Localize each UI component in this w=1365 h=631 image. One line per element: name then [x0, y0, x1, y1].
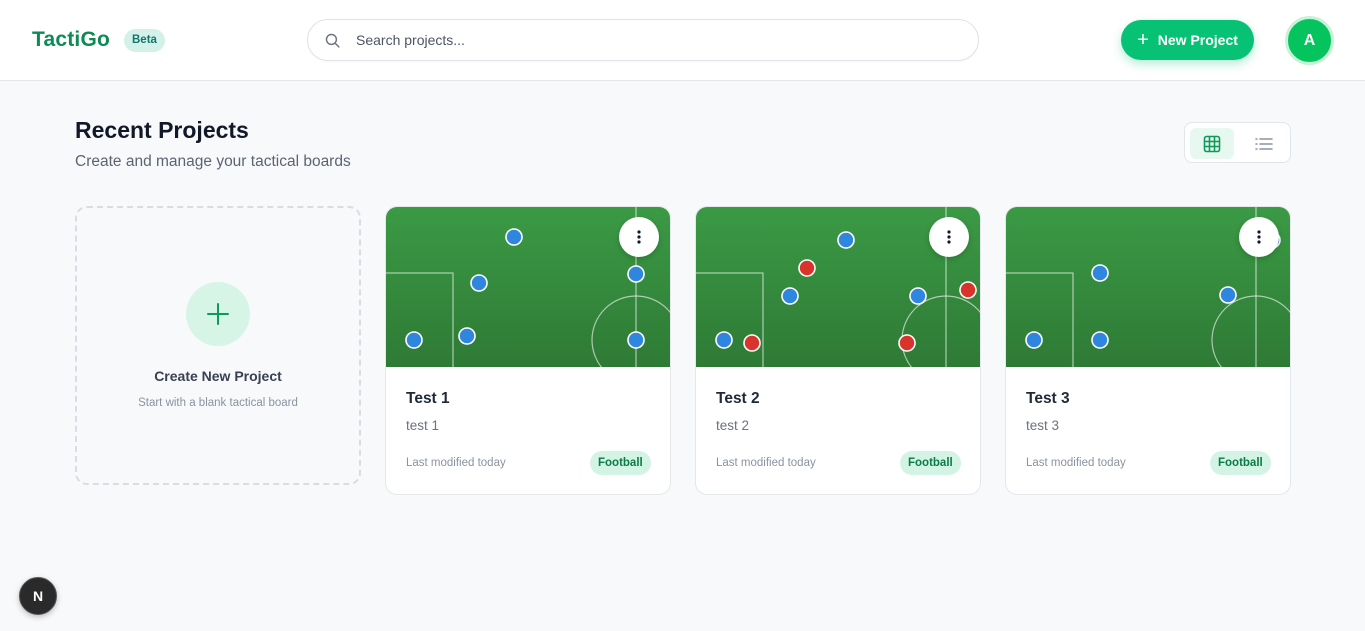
- project-card[interactable]: Test 1 test 1 Last modified today Footba…: [385, 206, 671, 495]
- search-icon: [325, 33, 340, 48]
- more-vertical-icon: [637, 230, 641, 244]
- grid-view-button[interactable]: [1190, 128, 1234, 159]
- project-card[interactable]: Test 2 test 2 Last modified today Footba…: [695, 206, 981, 495]
- player-marker: [1091, 331, 1109, 349]
- player-marker: [1219, 286, 1237, 304]
- more-vertical-icon: [1257, 230, 1261, 244]
- sport-tag: Football: [900, 451, 961, 475]
- player-marker: [743, 334, 761, 352]
- project-title: Test 2: [716, 390, 760, 407]
- plus-icon: [207, 303, 229, 325]
- list-view-icon: [1255, 137, 1273, 150]
- more-vertical-icon: [947, 230, 951, 244]
- project-menu-button[interactable]: [929, 217, 969, 257]
- create-plus-circle: [186, 282, 250, 346]
- project-modified: Last modified today: [406, 457, 506, 469]
- page-subtitle: Create and manage your tactical boards: [75, 153, 351, 170]
- new-project-label: New Project: [1157, 32, 1238, 48]
- app-logo[interactable]: TactiGo: [32, 28, 110, 52]
- project-menu-button[interactable]: [1239, 217, 1279, 257]
- top-bar: TactiGo Beta + New Project A: [0, 0, 1365, 81]
- player-marker: [781, 287, 799, 305]
- player-marker: [715, 331, 733, 349]
- grid-view-icon: [1203, 135, 1221, 152]
- player-marker: [505, 228, 523, 246]
- project-card[interactable]: Test 3 test 3 Last modified today Footba…: [1005, 206, 1291, 495]
- player-marker: [1025, 331, 1043, 349]
- plus-icon: +: [1137, 29, 1149, 51]
- beta-badge: Beta: [124, 29, 165, 52]
- player-marker: [898, 334, 916, 352]
- sport-tag: Football: [590, 451, 651, 475]
- player-marker: [405, 331, 423, 349]
- project-menu-button[interactable]: [619, 217, 659, 257]
- player-marker: [627, 331, 645, 349]
- player-marker: [837, 231, 855, 249]
- project-description: test 3: [1026, 418, 1060, 433]
- search-input[interactable]: [356, 20, 956, 60]
- project-title: Test 1: [406, 390, 450, 407]
- dev-tools-badge[interactable]: N: [19, 577, 57, 615]
- player-marker: [798, 259, 816, 277]
- page-title: Recent Projects: [75, 117, 249, 143]
- player-marker: [1091, 264, 1109, 282]
- list-view-button[interactable]: [1242, 128, 1286, 159]
- player-marker: [909, 287, 927, 305]
- player-marker: [959, 281, 977, 299]
- player-marker: [627, 265, 645, 283]
- project-title: Test 3: [1026, 390, 1070, 407]
- create-project-title: Create New Project: [154, 368, 282, 384]
- user-avatar[interactable]: A: [1285, 16, 1334, 65]
- project-description: test 1: [406, 418, 440, 433]
- create-project-subtitle: Start with a blank tactical board: [138, 397, 298, 409]
- player-marker: [458, 327, 476, 345]
- player-marker: [470, 274, 488, 292]
- sport-tag: Football: [1210, 451, 1271, 475]
- project-description: test 2: [716, 418, 750, 433]
- project-modified: Last modified today: [716, 457, 816, 469]
- view-toggle: [1184, 122, 1291, 163]
- new-project-button[interactable]: + New Project: [1121, 20, 1254, 60]
- project-modified: Last modified today: [1026, 457, 1126, 469]
- search-box[interactable]: [307, 19, 979, 61]
- create-project-card[interactable]: Create New Project Start with a blank ta…: [75, 206, 361, 485]
